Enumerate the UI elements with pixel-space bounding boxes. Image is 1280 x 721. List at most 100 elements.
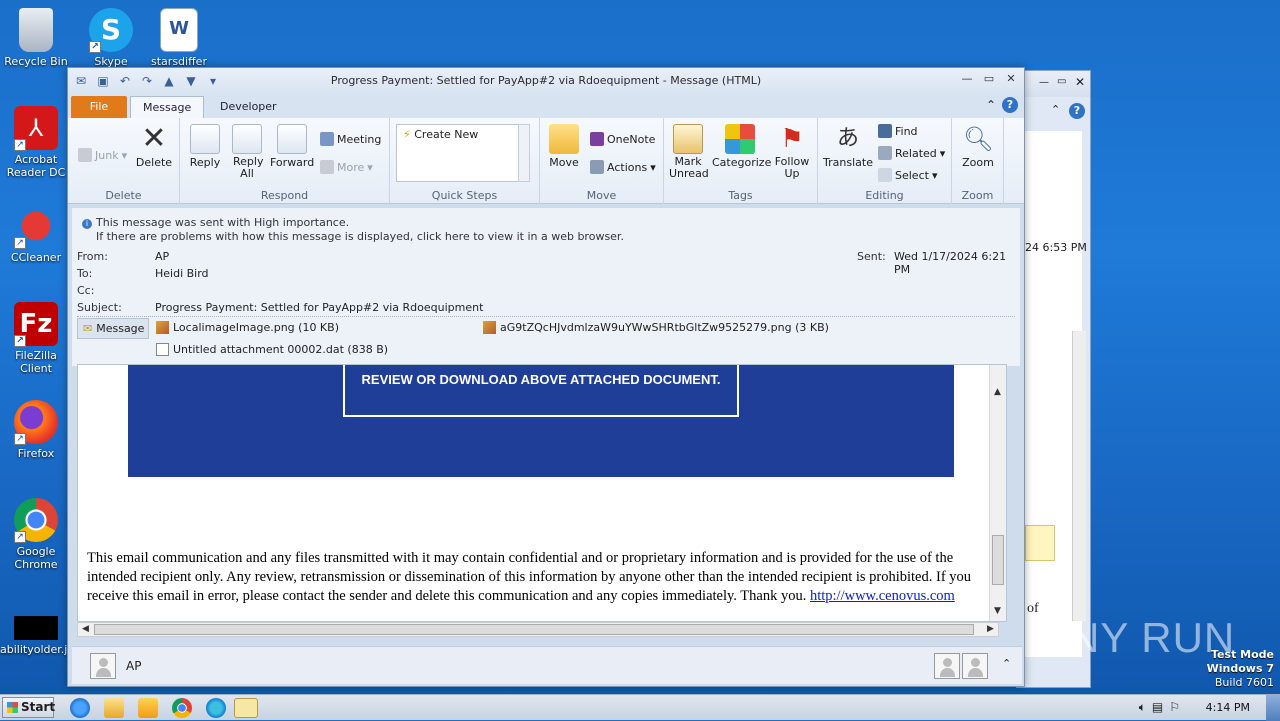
action-center-flag-icon[interactable]: ⚐ bbox=[1169, 700, 1180, 715]
attachment-local-image[interactable]: LocalimageImage.png (10 KB) bbox=[156, 321, 339, 334]
show-desktop-button[interactable] bbox=[1266, 695, 1280, 721]
desktop-icon-acrobat[interactable]: ⅄ ↗ Acrobat Reader DC bbox=[0, 106, 72, 179]
from-value[interactable]: AP bbox=[155, 250, 169, 263]
body-horizontal-scrollbar[interactable]: ◀ ▶ bbox=[77, 622, 999, 637]
scroll-thumb[interactable] bbox=[992, 535, 1004, 585]
desktop-icon-recycle-bin[interactable]: Recycle Bin bbox=[0, 8, 72, 68]
start-button[interactable]: Start bbox=[2, 697, 55, 718]
find-button[interactable]: Find bbox=[878, 124, 918, 138]
window-controls: — ▭ ✕ bbox=[958, 72, 1020, 86]
hscroll-thumb[interactable] bbox=[94, 624, 974, 635]
actions-button[interactable]: Actions ▾ bbox=[590, 160, 656, 174]
translate-icon: あ bbox=[836, 126, 859, 151]
message-window[interactable]: ✉ ▣ ↶ ↷ ▲ ▼ ▾ Progress Payment: Settled … bbox=[67, 67, 1025, 687]
close-icon[interactable]: ✕ bbox=[1002, 72, 1020, 86]
group-label-respond: Respond bbox=[260, 189, 309, 202]
to-value[interactable]: Heidi Bird bbox=[155, 267, 209, 280]
help-icon[interactable]: ? bbox=[1002, 97, 1018, 113]
minimize-icon[interactable]: — bbox=[1039, 77, 1049, 88]
group-tags: Mark Unread Categorize ⚑ Follow Up Tags bbox=[664, 118, 818, 204]
sender-name[interactable]: AP bbox=[126, 659, 141, 673]
quick-steps-scroll[interactable] bbox=[518, 124, 530, 182]
group-label-zoom: Zoom bbox=[961, 189, 994, 202]
volume-icon[interactable]: 🔈︎ bbox=[1139, 700, 1146, 715]
desktop-icon-filezilla[interactable]: Fz ↗ FileZilla Client bbox=[0, 302, 72, 375]
collapse-ribbon-icon[interactable]: ⌃ bbox=[986, 98, 996, 112]
onenote-button[interactable]: OneNote bbox=[590, 132, 655, 146]
translate-button[interactable]: あ Translate bbox=[820, 124, 876, 169]
scroll-down-icon[interactable]: ▼ bbox=[990, 604, 1005, 619]
mark-unread-button[interactable]: Mark Unread bbox=[666, 124, 710, 180]
tab-developer[interactable]: Developer bbox=[208, 96, 289, 118]
test-mode-text: Test Mode Windows 7 Build 7601 bbox=[1206, 648, 1274, 689]
quick-steps-gallery[interactable]: ⚡ Create New bbox=[396, 124, 524, 182]
scroll-up-icon[interactable]: ▲ bbox=[990, 385, 1005, 400]
group-quick-steps: ⚡ Create New Quick Steps bbox=[390, 118, 540, 204]
forward-icon bbox=[277, 124, 307, 154]
contact-avatar-2[interactable] bbox=[962, 653, 988, 679]
follow-up-button[interactable]: ⚑ Follow Up bbox=[770, 124, 814, 180]
contact-avatar-1[interactable] bbox=[934, 653, 960, 679]
close-icon[interactable]: ✕ bbox=[1075, 75, 1085, 89]
cenovus-link[interactable]: http://www.cenovus.com bbox=[810, 588, 955, 604]
window-titlebar[interactable]: ✉ ▣ ↶ ↷ ▲ ▼ ▾ Progress Payment: Settled … bbox=[68, 68, 1024, 94]
infobar[interactable]: i This message was sent with High importa… bbox=[82, 216, 624, 244]
collapse-ribbon-icon[interactable]: ⌃ bbox=[1051, 103, 1060, 116]
reply-all-button[interactable]: Reply All bbox=[228, 124, 266, 180]
taskbar-clock[interactable]: 4:14 PM bbox=[1206, 701, 1250, 714]
delete-button[interactable]: ✕ Delete bbox=[134, 124, 174, 170]
sender-avatar[interactable] bbox=[90, 653, 116, 679]
tab-file[interactable]: File bbox=[71, 96, 127, 118]
desktop-icon-chrome[interactable]: ↗ Google Chrome bbox=[0, 498, 72, 571]
related-button[interactable]: Related ▾ bbox=[878, 146, 945, 160]
background-window[interactable]: — ▭ ✕ ? ⌃ 24 6:53 PM of bbox=[1016, 70, 1091, 688]
desktop-icon-starsdiffer[interactable]: W starsdiffer bbox=[143, 8, 215, 68]
zoom-button[interactable]: 🔍︎ Zoom bbox=[956, 124, 1000, 169]
ie-icon[interactable] bbox=[70, 698, 90, 718]
background-window-titlebar[interactable]: — ▭ ✕ bbox=[1017, 71, 1090, 97]
banner-cta[interactable]: REVIEW OR DOWNLOAD ABOVE ATTACHED DOCUME… bbox=[343, 365, 739, 417]
scroll-right-icon[interactable]: ▶ bbox=[983, 622, 998, 637]
chrome-icon[interactable] bbox=[172, 698, 192, 718]
tab-message[interactable]: Message bbox=[130, 96, 205, 118]
attachment-png[interactable]: aG9tZQcHJvdmlzaW9uYWwSHRtbGltZw9525279.p… bbox=[483, 321, 829, 334]
outlook-taskbar-icon[interactable] bbox=[234, 698, 258, 718]
categorize-button[interactable]: Categorize bbox=[712, 124, 771, 169]
junk-button[interactable]: Junk ▾ bbox=[78, 148, 127, 162]
media-player-icon[interactable] bbox=[138, 698, 158, 718]
expand-people-pane-icon[interactable]: ⌃ bbox=[1002, 657, 1011, 670]
minimize-icon[interactable]: — bbox=[958, 72, 976, 86]
network-icon[interactable]: ▤ bbox=[1152, 700, 1163, 715]
edge-icon[interactable] bbox=[206, 698, 226, 718]
body-vertical-scrollbar[interactable]: ▲ ▼ bbox=[989, 365, 1006, 621]
desktop-icon-ccleaner[interactable]: ↗ CCleaner bbox=[0, 204, 72, 264]
desktop-icon-firefox[interactable]: ↗ Firefox bbox=[0, 400, 72, 460]
group-editing: あ Translate Find Related ▾ Select ▾ Editin… bbox=[818, 118, 952, 204]
help-icon[interactable]: ? bbox=[1069, 103, 1085, 119]
maximize-icon[interactable]: ▭ bbox=[1057, 76, 1066, 87]
quick-step-create-new[interactable]: ⚡ Create New bbox=[397, 125, 523, 144]
file-icon bbox=[156, 343, 169, 356]
group-label-move: Move bbox=[586, 189, 617, 202]
attachment-dat[interactable]: Untitled attachment 00002.dat (838 B) bbox=[156, 343, 388, 356]
maximize-icon[interactable]: ▭ bbox=[980, 72, 998, 86]
meeting-button[interactable]: Meeting bbox=[320, 132, 381, 146]
forward-button[interactable]: Forward bbox=[270, 124, 314, 169]
legal-disclaimer: This email communication and any files t… bbox=[87, 550, 972, 604]
select-button[interactable]: Select ▾ bbox=[878, 168, 937, 182]
scroll-left-icon[interactable]: ◀ bbox=[78, 622, 93, 637]
taskbar: Start 🔈︎ ▤ ⚐ 4:14 PM bbox=[0, 694, 1280, 721]
group-label-editing: Editing bbox=[865, 189, 904, 202]
message-attachment-tab[interactable]: ✉ Message bbox=[77, 318, 149, 339]
to-label: To: bbox=[77, 267, 93, 280]
desktop-icon-abilityolder[interactable]: abilityolder.jp bbox=[0, 616, 74, 656]
message-body[interactable]: REVIEW OR DOWNLOAD ABOVE ATTACHED DOCUME… bbox=[77, 364, 1007, 622]
bg-scrollbar[interactable] bbox=[1072, 331, 1086, 621]
more-button[interactable]: More ▾ bbox=[320, 160, 373, 174]
explorer-icon[interactable] bbox=[104, 698, 124, 718]
recycle-bin-icon bbox=[19, 8, 53, 52]
reply-button[interactable]: Reply bbox=[186, 124, 224, 169]
move-button[interactable]: Move bbox=[544, 124, 584, 169]
desktop-icon-skype[interactable]: S ↗ Skype bbox=[75, 8, 147, 68]
system-tray: 🔈︎ ▤ ⚐ bbox=[1139, 700, 1180, 715]
